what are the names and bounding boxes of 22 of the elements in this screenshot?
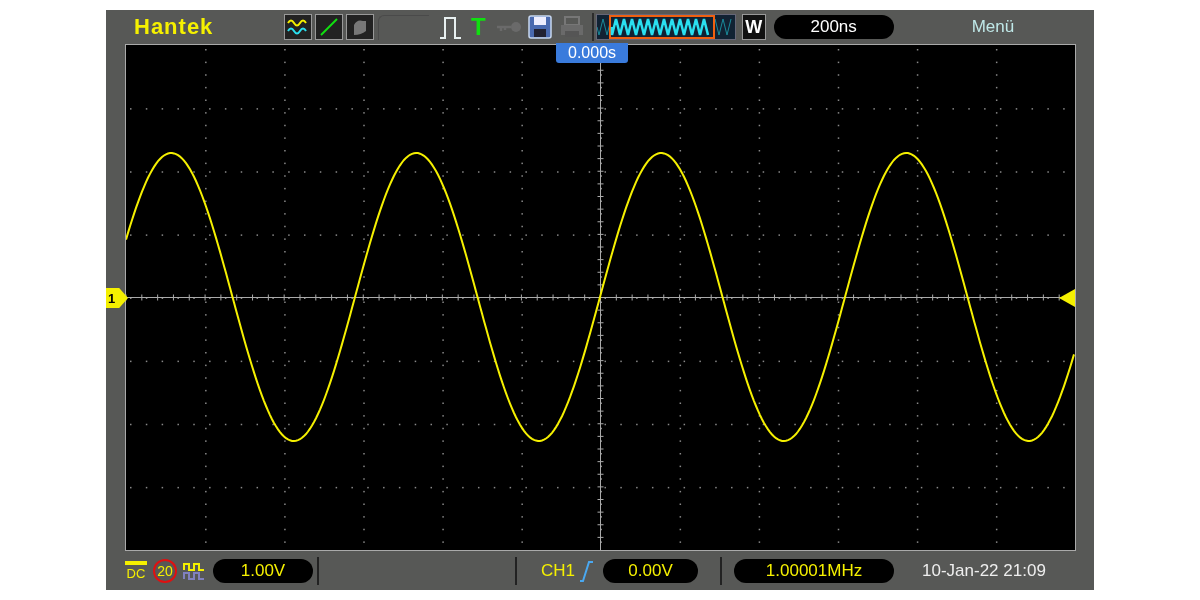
- brand-logo: Hantek: [134, 14, 215, 41]
- menu-button[interactable]: Menü: [971, 17, 1015, 38]
- trigger-level-value: 0.00V: [603, 558, 698, 583]
- coupling-label: DC: [126, 567, 146, 581]
- trigger-type-label: T: [471, 15, 486, 40]
- save-icon[interactable]: [527, 15, 552, 40]
- date-time: 10-Jan-22 21:09: [922, 560, 1046, 581]
- bandwidth-limit-badge: 20: [153, 558, 177, 583]
- dc-symbol-icon: [125, 561, 147, 566]
- pulse-icon: [439, 14, 463, 41]
- persistence-icon[interactable]: [346, 14, 374, 41]
- zoom-window-label[interactable]: W: [741, 14, 766, 41]
- volts-per-div-value: 1.00V: [213, 558, 313, 583]
- rising-edge-icon: [579, 559, 593, 582]
- channel-marker: 1: [106, 288, 128, 309]
- frequency-value: 1.00001MHz: [734, 558, 894, 583]
- dual-wave-icon[interactable]: [284, 14, 312, 41]
- square-wave-icon: [183, 560, 205, 581]
- trigger-level-marker: [1059, 289, 1075, 308]
- timebase-value: 200ns: [773, 15, 894, 40]
- trigger-position-label: 0.000s: [556, 43, 629, 64]
- trigger-source-label: CH1: [541, 560, 575, 581]
